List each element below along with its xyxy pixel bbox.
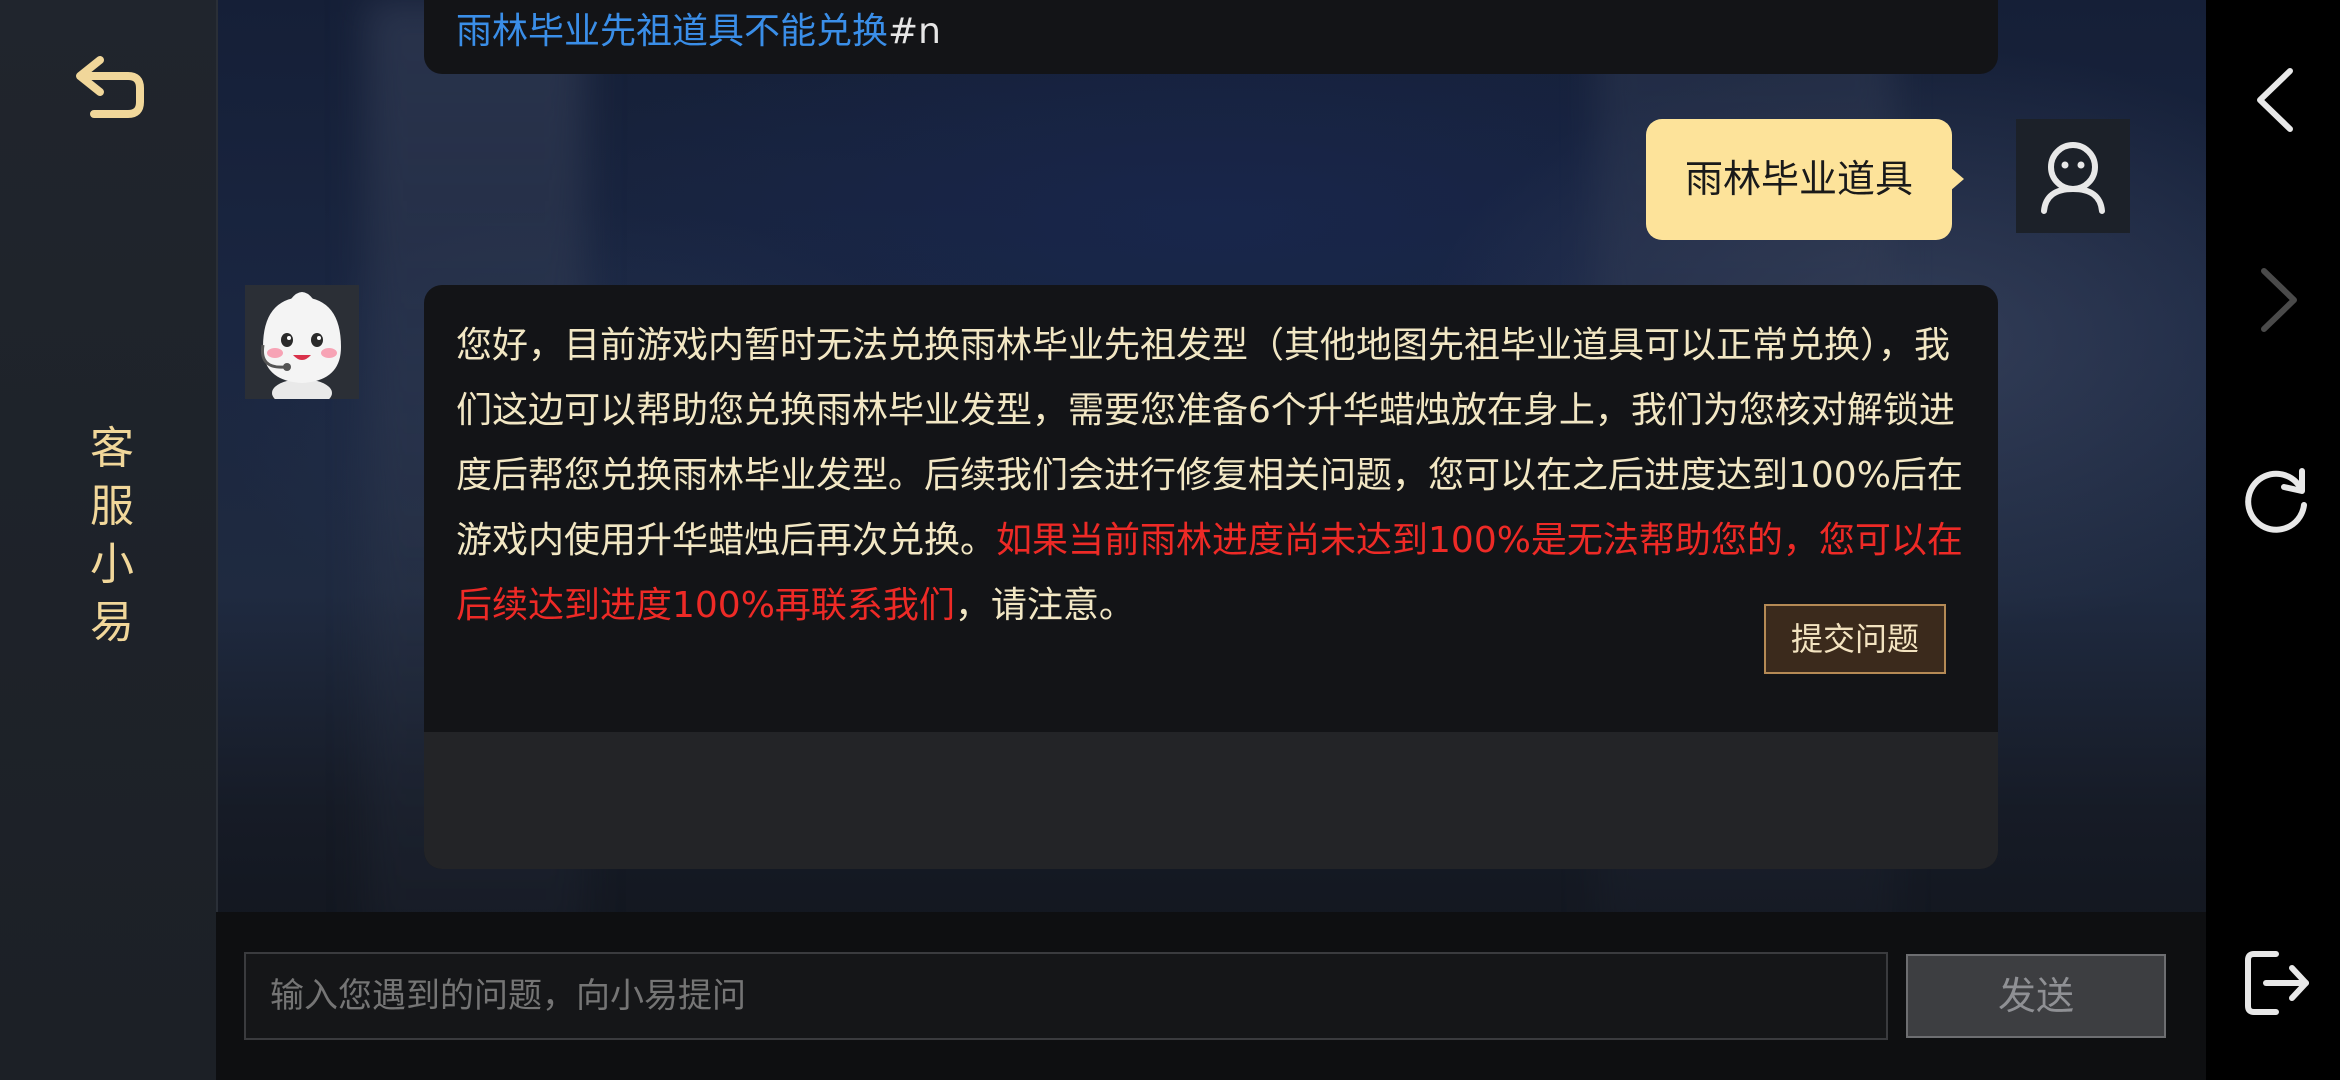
bot-reply-footer bbox=[424, 732, 1998, 869]
bot-reply-text: 您好，目前游戏内暂时无法兑换雨林毕业先祖发型（其他地图先祖毕业道具可以正常兑换）… bbox=[456, 313, 1976, 638]
user-avatar-icon bbox=[2041, 142, 2105, 214]
back-chevron-icon[interactable] bbox=[2242, 65, 2312, 135]
send-button[interactable]: 发送 bbox=[1906, 954, 2166, 1038]
previous-message-suffix: #n bbox=[888, 11, 941, 52]
forward-chevron-icon[interactable] bbox=[2242, 265, 2312, 335]
previous-message-link[interactable]: 雨林毕业先祖道具不能兑换 bbox=[456, 11, 888, 52]
bot-mascot-icon bbox=[245, 285, 359, 399]
previous-message: 雨林毕业先祖道具不能兑换#n bbox=[424, 0, 1998, 74]
left-sidebar: 客服小易 bbox=[0, 0, 218, 1080]
bot-reply-ending: ，请注意。 bbox=[954, 585, 1135, 626]
bot-avatar bbox=[245, 285, 359, 399]
question-input[interactable] bbox=[244, 952, 1888, 1040]
return-arrow-icon[interactable] bbox=[72, 52, 148, 122]
user-message-bubble: 雨林毕业道具 bbox=[1646, 119, 1964, 240]
customer-service-screen: 客服小易 雨林毕业先祖道具不能兑换#n 雨林毕业道具 您好，目前游戏内暂时无法兑… bbox=[0, 0, 2340, 1080]
exit-icon[interactable] bbox=[2242, 948, 2312, 1018]
refresh-icon[interactable] bbox=[2242, 465, 2312, 535]
previous-message-text: 雨林毕业先祖道具不能兑换#n bbox=[456, 2, 941, 54]
sidebar-title: 客服小易 bbox=[90, 423, 136, 648]
input-bar: 发送 bbox=[216, 912, 2206, 1080]
right-navigation bbox=[2206, 0, 2340, 1080]
submit-question-button[interactable]: 提交问题 bbox=[1764, 604, 1946, 674]
bot-reply-bubble: 您好，目前游戏内暂时无法兑换雨林毕业先祖发型（其他地图先祖毕业道具可以正常兑换）… bbox=[424, 285, 1998, 869]
user-avatar bbox=[2016, 119, 2130, 233]
